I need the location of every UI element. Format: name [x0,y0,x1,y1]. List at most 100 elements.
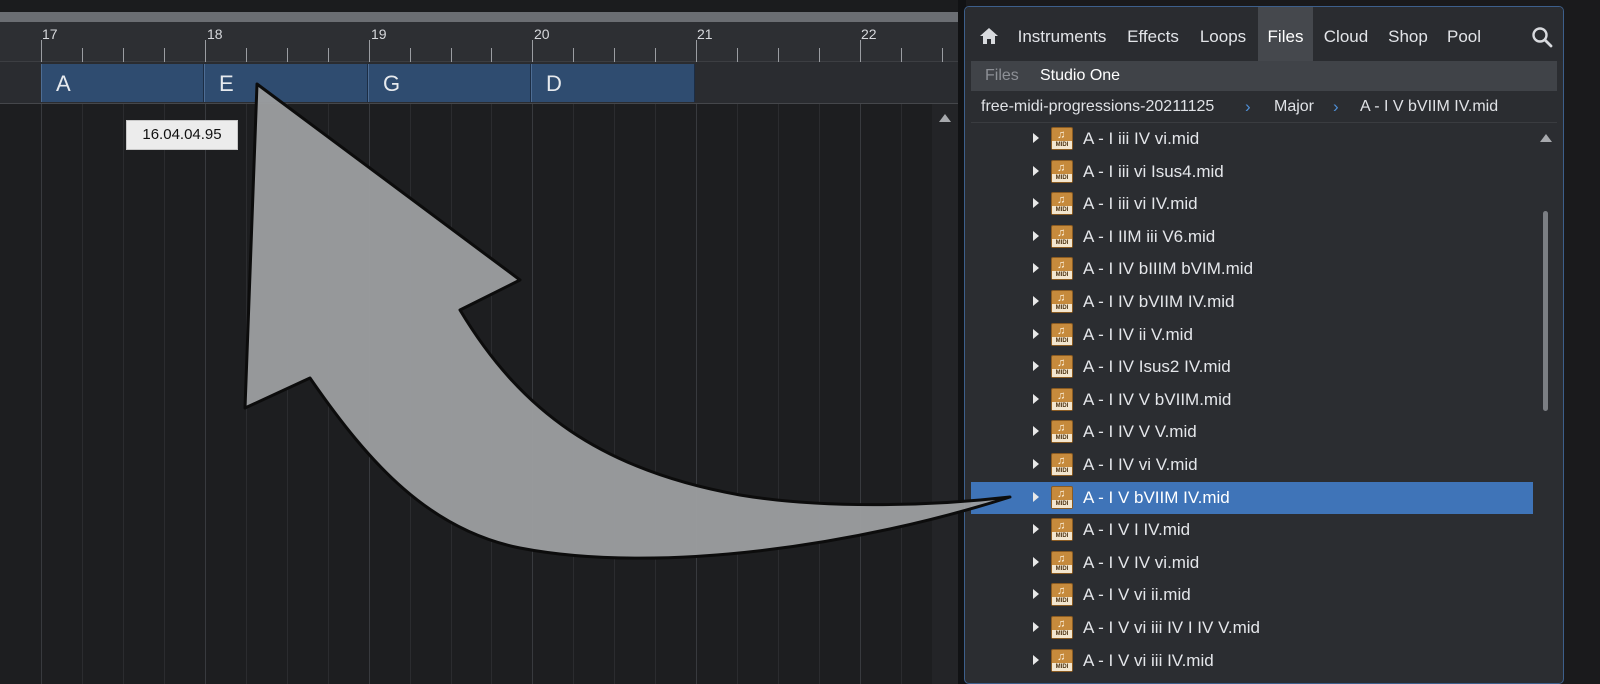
expand-arrow-icon[interactable] [1033,622,1039,632]
tab-pool[interactable]: Pool [1441,7,1487,61]
beat-line [328,104,329,684]
expand-arrow-icon[interactable] [1033,263,1039,274]
ruler-tick [410,48,411,62]
file-row[interactable]: ♫ MIDI A - I V bVIIM IV.mid [971,481,1533,514]
beat-line [655,104,656,684]
track-area[interactable] [0,104,932,684]
file-list-scrollbar[interactable] [1535,123,1557,683]
file-row[interactable]: ♫ MIDI A - I IV bIIIM bVIM.mid [971,253,1533,285]
expand-arrow-icon[interactable] [1033,328,1039,339]
scroll-up-icon[interactable] [939,114,951,122]
file-row[interactable]: ♫ MIDI A - I V IV vi.mid [971,547,1533,579]
subtab-files[interactable]: Files [985,61,1019,91]
home-icon[interactable] [979,26,999,46]
ruler-tick [573,48,574,62]
midi-file-icon: ♫ MIDI [1051,485,1073,509]
arrangement-view: 17 18 19 20 21 22 A E G D 16.04.04.95 [0,0,965,684]
midi-file-icon: ♫ MIDI [1051,420,1073,444]
file-row[interactable]: ♫ MIDI A - I IV Isus2 IV.mid [971,351,1533,383]
breadcrumb-file[interactable]: A - I V bVIIM IV.mid [1360,91,1498,123]
chord-event-d[interactable]: D [531,64,695,102]
scroll-thumb[interactable] [1543,211,1548,411]
file-row[interactable]: ♫ MIDI A - I iii vi IV.mid [971,188,1533,220]
tab-loops[interactable]: Loops [1193,7,1253,61]
bar-line [696,104,697,684]
file-row[interactable]: ♫ MIDI A - I IV vi V.mid [971,449,1533,481]
chord-event-a[interactable]: A [41,64,204,102]
chord-label: A [56,71,71,96]
ruler-tick [491,48,492,62]
file-list: ♫ MIDI A - I iii IV vi.mid ♫ MIDI A - I iii v… [971,123,1533,683]
ruler-tick [614,48,615,62]
beat-line [901,104,902,684]
beat-line [819,104,820,684]
expand-arrow-icon[interactable] [1033,556,1039,567]
midi-tag: MIDI [1052,564,1072,573]
expand-arrow-icon[interactable] [1033,361,1039,372]
beat-line [123,104,124,684]
expand-arrow-icon[interactable] [1033,133,1039,143]
midi-tag: MIDI [1052,238,1072,247]
ruler-tick [123,48,124,62]
search-icon[interactable] [1531,26,1553,48]
bar-line [860,104,861,684]
file-row[interactable]: ♫ MIDI A - I V vi iii IV I IV V.mid [971,612,1533,644]
note-glyph: ♫ [1057,455,1066,467]
midi-file-icon: ♫ MIDI [1051,648,1073,672]
breadcrumb-folder[interactable]: free-midi-progressions-20211125 [981,91,1214,123]
file-row[interactable]: ♫ MIDI A - I IIM iii V6.mid [971,221,1533,253]
tab-instruments[interactable]: Instruments [1009,7,1115,61]
expand-arrow-icon[interactable] [1033,296,1039,306]
tab-cloud[interactable]: Cloud [1317,7,1375,61]
tab-effects[interactable]: Effects [1119,7,1187,61]
file-name: A - I iii vi Isus4.mid [1083,161,1224,181]
file-name: A - I V vi iii IV I IV V.mid [1083,618,1260,637]
expand-arrow-icon[interactable] [1033,524,1039,535]
arrangement-scrollbar[interactable] [932,104,958,684]
file-row[interactable]: ♫ MIDI A - I IV ii V.mid [971,319,1533,351]
note-glyph: ♫ [1057,226,1066,239]
expand-arrow-icon[interactable] [1033,589,1039,600]
file-row[interactable]: ♫ MIDI A - I V vi iii IV.mid [971,645,1533,677]
expand-arrow-icon[interactable] [1033,198,1039,209]
file-row[interactable]: ♫ MIDI A - I V I IV.mid [971,514,1533,546]
scroll-up-icon[interactable] [1540,134,1552,142]
chord-label: E [219,71,234,96]
chord-event-e[interactable]: E [204,64,368,102]
note-glyph: ♫ [1057,650,1066,663]
file-row[interactable]: ♫ MIDI A - I IV V bVIIM.mid [971,384,1533,416]
expand-arrow-icon[interactable] [1033,491,1039,502]
expand-arrow-icon[interactable] [1033,165,1039,176]
file-row[interactable]: ♫ MIDI A - I IV bVIIM IV.mid [971,286,1533,318]
subtab-studio-one[interactable]: Studio One [1040,61,1120,91]
breadcrumb-major[interactable]: Major [1274,91,1314,123]
chord-event-g[interactable]: G [368,64,531,102]
chord-track[interactable]: A E G D [0,62,965,104]
midi-tag: MIDI [1052,336,1072,345]
expand-arrow-icon[interactable] [1033,426,1039,437]
tab-files[interactable]: Files [1258,7,1313,61]
file-row[interactable]: ♫ MIDI A - I iii IV vi.mid [971,123,1533,155]
ruler-bar-19: 19 [371,26,387,42]
top-scroll-strip[interactable] [0,12,965,22]
expand-arrow-icon[interactable] [1033,654,1039,665]
beat-line [573,104,574,684]
midi-tag: MIDI [1052,662,1072,671]
note-glyph: ♫ [1057,487,1066,500]
chord-label: G [383,71,401,96]
expand-arrow-icon[interactable] [1033,393,1039,404]
file-row[interactable]: ♫ MIDI A - I V vi ii.mid [971,579,1533,611]
file-row[interactable]: ♫ MIDI A - I IV V V.mid [971,416,1533,448]
timeline-ruler[interactable]: 17 18 19 20 21 22 [0,22,965,62]
expand-arrow-icon[interactable] [1033,459,1039,469]
beat-line [287,104,288,684]
expand-arrow-icon[interactable] [1033,230,1039,241]
ruler-tick [205,40,206,62]
tab-shop[interactable]: Shop [1381,7,1435,61]
file-row[interactable]: ♫ MIDI A - I iii vi Isus4.mid [971,156,1533,188]
ruler-tick [655,48,656,62]
midi-file-icon: ♫ MIDI [1051,159,1073,183]
ruler-bar-22: 22 [861,26,877,42]
ruler-bar-20: 20 [534,26,550,42]
midi-tag: MIDI [1052,173,1072,182]
